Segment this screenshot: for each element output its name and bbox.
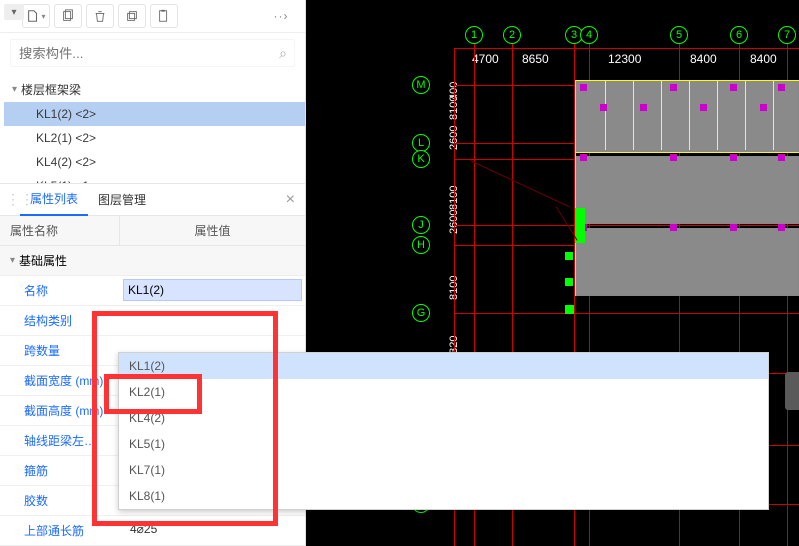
autocomplete-item[interactable]: KL2(1) [119, 379, 768, 405]
cad-node [730, 84, 737, 91]
cad-node [670, 154, 677, 161]
prop-header: 属性名称 属性值 [0, 216, 305, 246]
cad-node [778, 84, 785, 91]
axis-label: 5 [670, 26, 688, 44]
dimension-text: 12300 [608, 52, 641, 66]
search-icon[interactable]: ⌕ [279, 45, 287, 62]
prop-name: 名称 [0, 276, 120, 305]
tree-parent[interactable]: ▾ 楼层框架梁 [4, 77, 305, 102]
autocomplete-item[interactable]: KL7(1) [119, 457, 768, 483]
axis-label: M [412, 76, 430, 94]
axis-label: H [412, 236, 430, 254]
axis-label: 2 [503, 26, 521, 44]
axis-label: 1 [465, 26, 483, 44]
prop-name: 跨数量 [0, 336, 120, 365]
prop-value[interactable]: 4⌀25 [120, 516, 305, 545]
autocomplete-item[interactable]: KL4(2) [119, 405, 768, 431]
selected-node [565, 305, 574, 314]
cad-node [730, 224, 737, 231]
prop-name: 胶数 [0, 486, 120, 515]
prop-name: 截面宽度 (mm) [0, 366, 120, 395]
cad-node [600, 104, 607, 111]
selected-node [565, 278, 573, 286]
search-row: ⌕ [0, 33, 305, 73]
dimension-text: 8400 [750, 52, 777, 66]
axis-label: K [412, 150, 430, 168]
prop-name: 截面高度 (mm) [0, 396, 120, 425]
toolbar: ▾ ··› [0, 0, 305, 33]
prop-name: 轴线距梁左… [0, 426, 120, 455]
cad-node [670, 224, 677, 231]
axis-label: J [412, 216, 430, 234]
cad-node [640, 104, 647, 111]
delete-button[interactable] [86, 4, 114, 28]
panel-dropdown[interactable]: ▾ [4, 4, 24, 20]
tree-item[interactable]: KL5(1) <1> [4, 174, 305, 183]
tab-layers[interactable]: 图层管理 [88, 184, 156, 216]
search-input[interactable] [10, 39, 295, 67]
tree-item[interactable]: KL2(1) <2> [4, 126, 305, 150]
drag-handle-icon[interactable]: ⋮⋮ [6, 191, 16, 208]
axis-label: 4 [580, 26, 598, 44]
chevron-down-icon: ▾ [12, 84, 17, 95]
cad-node [670, 84, 677, 91]
prop-name: 上部通长筋 [0, 516, 120, 545]
prop-name: 结构类别 [0, 306, 120, 335]
cad-node [700, 104, 707, 111]
tab-properties[interactable]: 属性列表 [20, 184, 88, 216]
autocomplete-item[interactable]: KL5(1) [119, 431, 768, 457]
dimension-text: 4700 [472, 52, 499, 66]
tree-item[interactable]: KL1(2) <2> [4, 102, 305, 126]
tree-parent-label: 楼层框架梁 [21, 81, 81, 98]
cad-node [580, 154, 587, 161]
name-input[interactable] [123, 279, 302, 301]
axis-label: 7 [778, 26, 796, 44]
cad-node [778, 154, 785, 161]
autocomplete-item[interactable]: KL1(2) [119, 353, 768, 379]
autocomplete-item[interactable]: KL8(1) [119, 483, 768, 509]
dimension-text: 8400 [690, 52, 717, 66]
cad-node [580, 84, 587, 91]
tree-item[interactable]: KL4(2) <2> [4, 150, 305, 174]
copy-button[interactable] [54, 4, 82, 28]
paste-button[interactable] [150, 4, 178, 28]
prop-value-editor[interactable] [120, 276, 305, 305]
cad-node [760, 104, 767, 111]
prop-value[interactable] [120, 306, 305, 335]
prop-section[interactable]: ▾ 基础属性 [0, 246, 305, 276]
duplicate-button[interactable] [118, 4, 146, 28]
selected-node [565, 252, 573, 260]
axis-label: 6 [730, 26, 748, 44]
file-new-button[interactable]: ▾ [22, 4, 50, 28]
collapse-tab[interactable] [785, 372, 799, 410]
prop-header-name: 属性名称 [0, 216, 120, 245]
chevron-down-icon: ▾ [10, 255, 15, 266]
prop-section-label: 基础属性 [19, 252, 67, 269]
prop-header-value: 属性值 [120, 216, 305, 245]
cad-node [730, 154, 737, 161]
cad-node [778, 224, 785, 231]
dimension-text: 8650 [522, 52, 549, 66]
axis-label: G [412, 304, 430, 322]
more-button[interactable]: ··› [267, 4, 295, 28]
prop-name: 箍筋 [0, 456, 120, 485]
component-tree: ▾楼层框架梁 KL1(2) <2> KL2(1) <2> KL4(2) <2> … [0, 73, 305, 183]
prop-tabs: ⋮⋮ 属性列表 图层管理 × [0, 184, 305, 216]
close-icon[interactable]: × [276, 191, 305, 209]
autocomplete-dropdown[interactable]: KL1(2) KL2(1) KL4(2) KL5(1) KL7(1) KL8(1… [118, 352, 769, 510]
